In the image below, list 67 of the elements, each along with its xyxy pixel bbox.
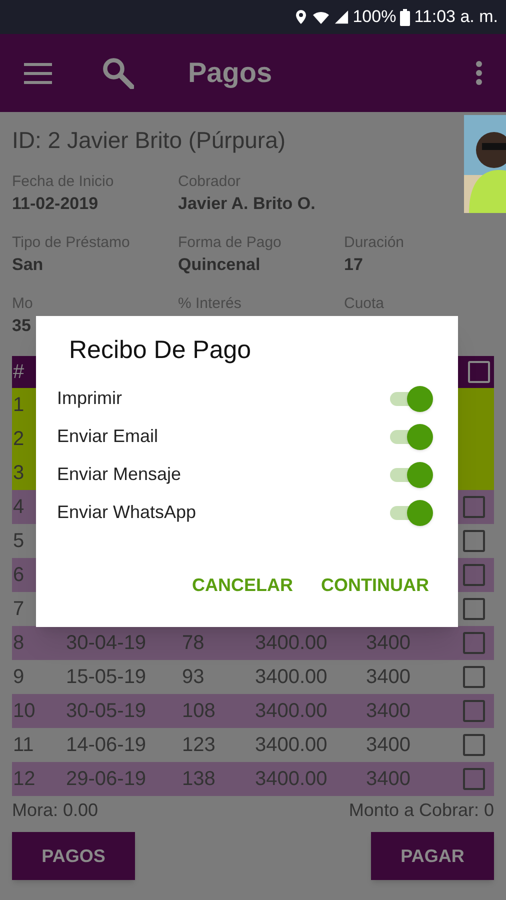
- checkbox[interactable]: [463, 734, 485, 756]
- table-cell-text: 11: [13, 732, 35, 758]
- late-fee-text: Mora: 0.00: [12, 799, 98, 822]
- checkbox[interactable]: [463, 598, 485, 620]
- clock-time: 11:03 a. m.: [414, 6, 498, 28]
- table-cell-text: 78: [182, 630, 206, 656]
- table-cell-text: 3400: [366, 732, 412, 758]
- table-cell-text: 29-06-19: [66, 766, 148, 792]
- table-cell-text: 3400.00: [255, 664, 328, 690]
- menu-icon[interactable]: [24, 60, 52, 86]
- field-value: San: [12, 254, 44, 276]
- option-label: Imprimir: [57, 387, 122, 410]
- app-title: Pagos: [188, 56, 272, 90]
- table-cell-text: 3400.00: [255, 766, 328, 792]
- table-cell-text: 14-06-19: [66, 732, 148, 758]
- battery-percent: 100%: [352, 6, 396, 28]
- checkbox[interactable]: [463, 564, 485, 586]
- option-label: Enviar WhatsApp: [57, 501, 196, 524]
- table-cell-text: 138: [182, 766, 216, 792]
- checkbox[interactable]: [463, 768, 485, 790]
- amount-due-text: Monto a Cobrar: 0: [348, 799, 494, 822]
- table-cell-text: 30-05-19: [66, 698, 148, 724]
- table-cell-text: 6: [13, 562, 26, 588]
- checkbox[interactable]: [463, 632, 485, 654]
- option-label: Enviar Email: [57, 425, 158, 448]
- table-cell-text: 9: [13, 664, 26, 690]
- field-value: 17: [344, 254, 364, 276]
- field-value: 35: [12, 314, 32, 336]
- checkbox[interactable]: [463, 496, 485, 518]
- table-cell-text: 8: [13, 630, 26, 656]
- pay-button[interactable]: PAGAR: [371, 832, 494, 880]
- table-cell-text: 3400.00: [255, 698, 328, 724]
- checkbox[interactable]: [463, 700, 485, 722]
- table-cell-text: 93: [182, 664, 206, 690]
- table-cell-text: 3400: [366, 630, 412, 656]
- table-cell-text: 123: [182, 732, 216, 758]
- table-cell-text: 12: [13, 766, 36, 792]
- dialog-title: Recibo De Pago: [69, 335, 252, 366]
- table-cell-text: 10: [13, 698, 36, 724]
- column-header: #: [13, 360, 24, 384]
- payments-button[interactable]: PAGOS: [12, 832, 135, 880]
- option-label: Enviar Mensaje: [57, 463, 182, 486]
- field-value: Quincenal: [178, 254, 262, 276]
- field-value: 11-02-2019: [12, 192, 100, 214]
- signal-icon: [334, 9, 349, 25]
- wifi-icon: [312, 9, 330, 25]
- checkbox[interactable]: [463, 530, 485, 552]
- battery-icon: [400, 8, 410, 26]
- table-cell-text: 108: [182, 698, 216, 724]
- table-cell-text: 15-05-19: [66, 664, 148, 690]
- continue-button[interactable]: CONTINUAR: [313, 566, 437, 605]
- field-value: Javier A. Brito O.: [178, 192, 316, 214]
- table-cell-text: 3400.00: [255, 732, 328, 758]
- more-options-icon[interactable]: [476, 61, 482, 85]
- checkbox[interactable]: [468, 360, 490, 382]
- table-cell-text: 7: [13, 596, 26, 622]
- table-cell-text: 3400.00: [255, 630, 328, 656]
- checkbox[interactable]: [463, 666, 485, 688]
- table-cell-text: 3400: [366, 664, 412, 690]
- cancel-button[interactable]: CANCELAR: [184, 566, 301, 605]
- table-cell-text: 5: [13, 528, 26, 554]
- table-cell-text: 30-04-19: [66, 630, 148, 656]
- search-icon[interactable]: [102, 57, 134, 89]
- table-cell-text: 3400: [366, 766, 412, 792]
- client-title: ID: 2 Javier Brito (Púrpura): [12, 126, 287, 155]
- table-cell-text: 3400: [366, 698, 412, 724]
- location-icon: [294, 9, 308, 25]
